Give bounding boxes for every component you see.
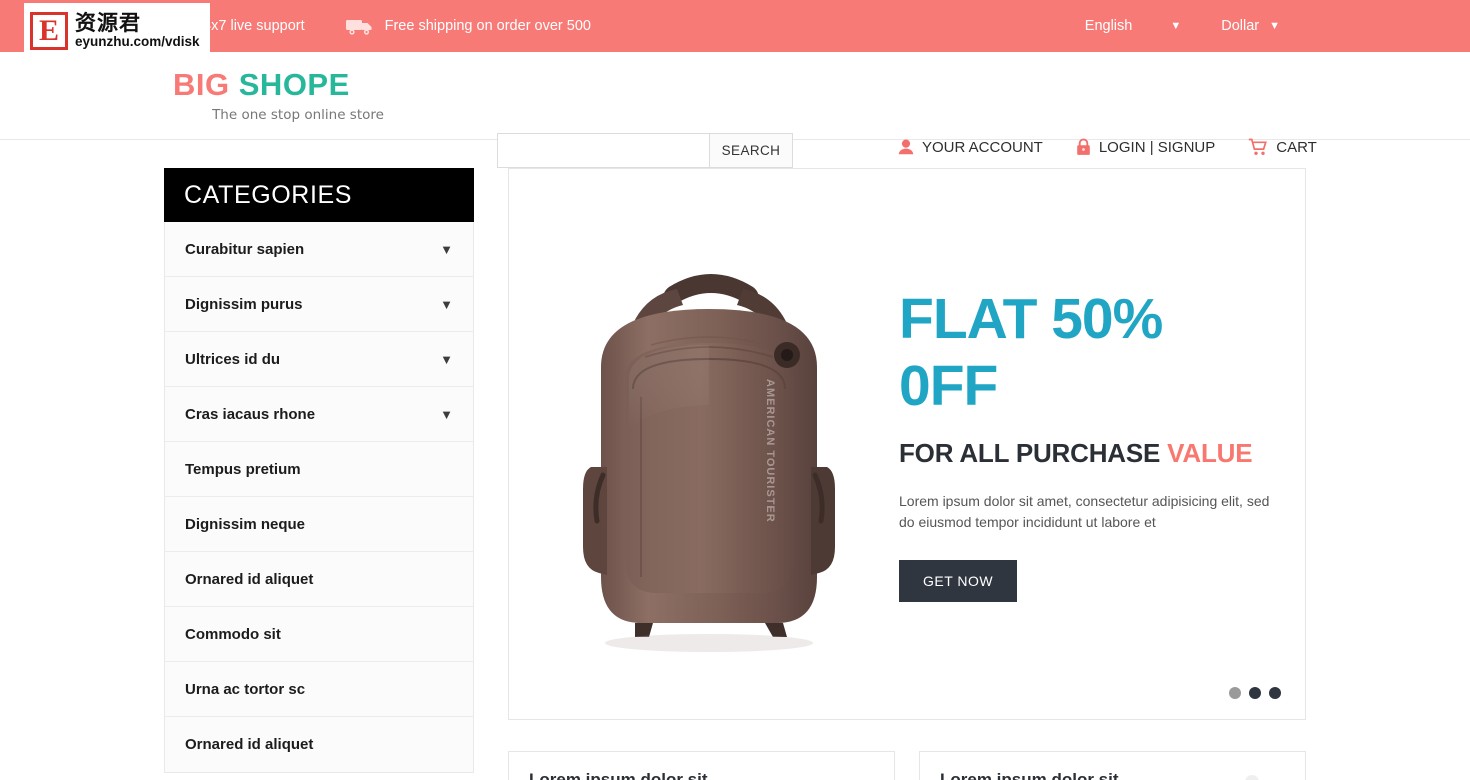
promo-cards-row: Lorem ipsum dolor sit consectetur adipis… [508, 751, 1306, 780]
categories-title: CATEGORIES [164, 168, 474, 222]
sidebar-item-dignissim-purus[interactable]: Dignissim purus ▼ [165, 277, 473, 332]
carousel-dot-2[interactable] [1249, 687, 1261, 699]
sidebar-item-tempus-pretium[interactable]: Tempus pretium [165, 442, 473, 497]
sidebar-item-commodo-sit[interactable]: Commodo sit [165, 607, 473, 662]
top-bar-selectors: English ▼ Dollar ▼ [1085, 18, 1280, 34]
watermark-overlay: E 资源君 eyunzhu.com/vdisk [24, 3, 210, 59]
get-now-button[interactable]: GET NOW [899, 560, 1018, 603]
hero-description: Lorem ipsum dolor sit amet, consectetur … [899, 493, 1270, 531]
sidebar-item-label: Ornared id aliquet [185, 570, 314, 588]
sidebar-item-label: Cras iacaus rhone [185, 405, 316, 423]
hero-subheadline: FOR ALL PURCHASE VALUE [899, 438, 1285, 469]
promo-card-thumbnail-icon [1217, 766, 1287, 780]
cart-link[interactable]: CART [1248, 138, 1317, 156]
sidebar-item-label: Ornared id aliquet [185, 736, 314, 753]
sidebar-item-label: Commodo sit [185, 625, 281, 643]
promo-card-2[interactable]: Lorem ipsum dolor sit consectetur adipis… [919, 751, 1306, 780]
chevron-down-icon: ▼ [1269, 20, 1280, 32]
sidebar-item-label: Dignissim purus [185, 295, 303, 313]
main-content: CATEGORIES Curabitur sapien ▼ Dignissim … [0, 140, 1470, 780]
cart-icon [1248, 138, 1268, 156]
sidebar-item-dignissim-neque[interactable]: Dignissim neque [165, 497, 473, 552]
top-bar-info-group: 24x7 live support Free shipping on order… [163, 16, 591, 36]
sidebar-item-label: Curabitur sapien [185, 240, 305, 258]
logo-text-shope: SHOPE [238, 66, 350, 102]
sidebar-item-label: Dignissim neque [185, 515, 306, 533]
promo-card-title: Lorem ipsum dolor sit [529, 770, 708, 780]
carousel-dot-3[interactable] [1269, 687, 1281, 699]
logo-tagline: The one stop online store [212, 106, 384, 123]
free-shipping-info: Free shipping on order over 500 [345, 16, 591, 36]
hero-headline: FLAT 50% 0FF [899, 286, 1163, 418]
lock-icon [1076, 138, 1091, 156]
login-signup-link[interactable]: LOGIN | SIGNUP [1076, 138, 1215, 156]
language-label: English [1084, 18, 1133, 34]
content-area: AMERICAN TOURISTER FLAT 50% 0FF FOR ALL … [508, 168, 1306, 780]
chevron-down-icon: ▼ [1170, 20, 1182, 32]
carousel-dots [1229, 687, 1281, 699]
watermark-url: eyunzhu.com/vdisk [75, 34, 200, 50]
logo-wordmark: BIG SHOPE [173, 69, 423, 100]
sidebar-item-curabitur-sapien[interactable]: Curabitur sapien ▼ [165, 222, 473, 277]
cart-label: CART [1276, 138, 1317, 156]
sidebar-item-ornared-id-aliquet-2[interactable]: Ornared id aliquet [165, 717, 473, 772]
login-signup-label: LOGIN | SIGNUP [1098, 138, 1216, 156]
sidebar-item-label: Tempus pretium [185, 460, 301, 478]
search-bar: SEARCH [497, 133, 793, 168]
user-icon [898, 139, 914, 156]
sidebar-item-label: Urna ac tortor sc [185, 680, 306, 698]
site-header: BIG SHOPE The one stop online store SEAR… [0, 52, 1470, 168]
backpack-product-image: AMERICAN TOURISTER [529, 229, 889, 659]
sidebar-item-cras-iacaus-rhone[interactable]: Cras iacaus rhone ▼ [165, 387, 473, 442]
currency-label: Dollar [1221, 18, 1260, 34]
your-account-link[interactable]: YOUR ACCOUNT [898, 139, 1043, 156]
language-selector[interactable]: English ▼ [1085, 18, 1181, 34]
top-bar: 24x7 live support Free shipping on order… [0, 0, 1470, 59]
hero-subheadline-main: FOR ALL PURCHASE [899, 438, 1168, 469]
chevron-down-icon[interactable]: ▼ [440, 297, 453, 312]
your-account-label: YOUR ACCOUNT [922, 138, 1043, 156]
chevron-down-icon[interactable]: ▼ [440, 242, 453, 257]
chevron-down-icon[interactable]: ▼ [440, 407, 453, 422]
sidebar-item-ornared-id-aliquet[interactable]: Ornared id aliquet [165, 552, 473, 607]
logo-text-big: BIG [173, 66, 230, 102]
carousel-dot-1[interactable] [1229, 687, 1241, 699]
account-links: YOUR ACCOUNT LOGIN | SIGNUP CART [898, 138, 1317, 156]
watermark-logo-icon: E [30, 12, 68, 50]
categories-sidebar: CATEGORIES Curabitur sapien ▼ Dignissim … [164, 168, 474, 780]
categories-list: Curabitur sapien ▼ Dignissim purus ▼ Ult… [164, 222, 474, 773]
search-input[interactable] [498, 134, 709, 167]
sidebar-item-ultrices-id-du[interactable]: Ultrices id du ▼ [165, 332, 473, 387]
svg-text:AMERICAN TOURISTER: AMERICAN TOURISTER [764, 379, 776, 523]
free-shipping-label: Free shipping on order over 500 [384, 18, 591, 34]
sidebar-item-label: Ultrices id du [185, 350, 281, 368]
currency-selector[interactable]: Dollar ▼ [1221, 18, 1280, 34]
promo-card-1[interactable]: Lorem ipsum dolor sit consectetur adipis… [508, 751, 895, 780]
search-button[interactable]: SEARCH [709, 134, 792, 167]
live-support-label: 24x7 live support [195, 18, 305, 34]
site-logo[interactable]: BIG SHOPE The one stop online store [173, 69, 423, 123]
hero-text-block: FLAT 50% 0FF FOR ALL PURCHASE VALUE Lore… [899, 286, 1305, 603]
chevron-down-icon[interactable]: ▼ [440, 352, 453, 367]
hero-subheadline-highlight: VALUE [1167, 438, 1253, 469]
sidebar-item-urna-ac-tortor-sc[interactable]: Urna ac tortor sc [165, 662, 473, 717]
watermark-chinese-text: 资源君 [75, 11, 141, 36]
truck-icon [345, 16, 375, 36]
hero-carousel: AMERICAN TOURISTER FLAT 50% 0FF FOR ALL … [508, 168, 1306, 720]
